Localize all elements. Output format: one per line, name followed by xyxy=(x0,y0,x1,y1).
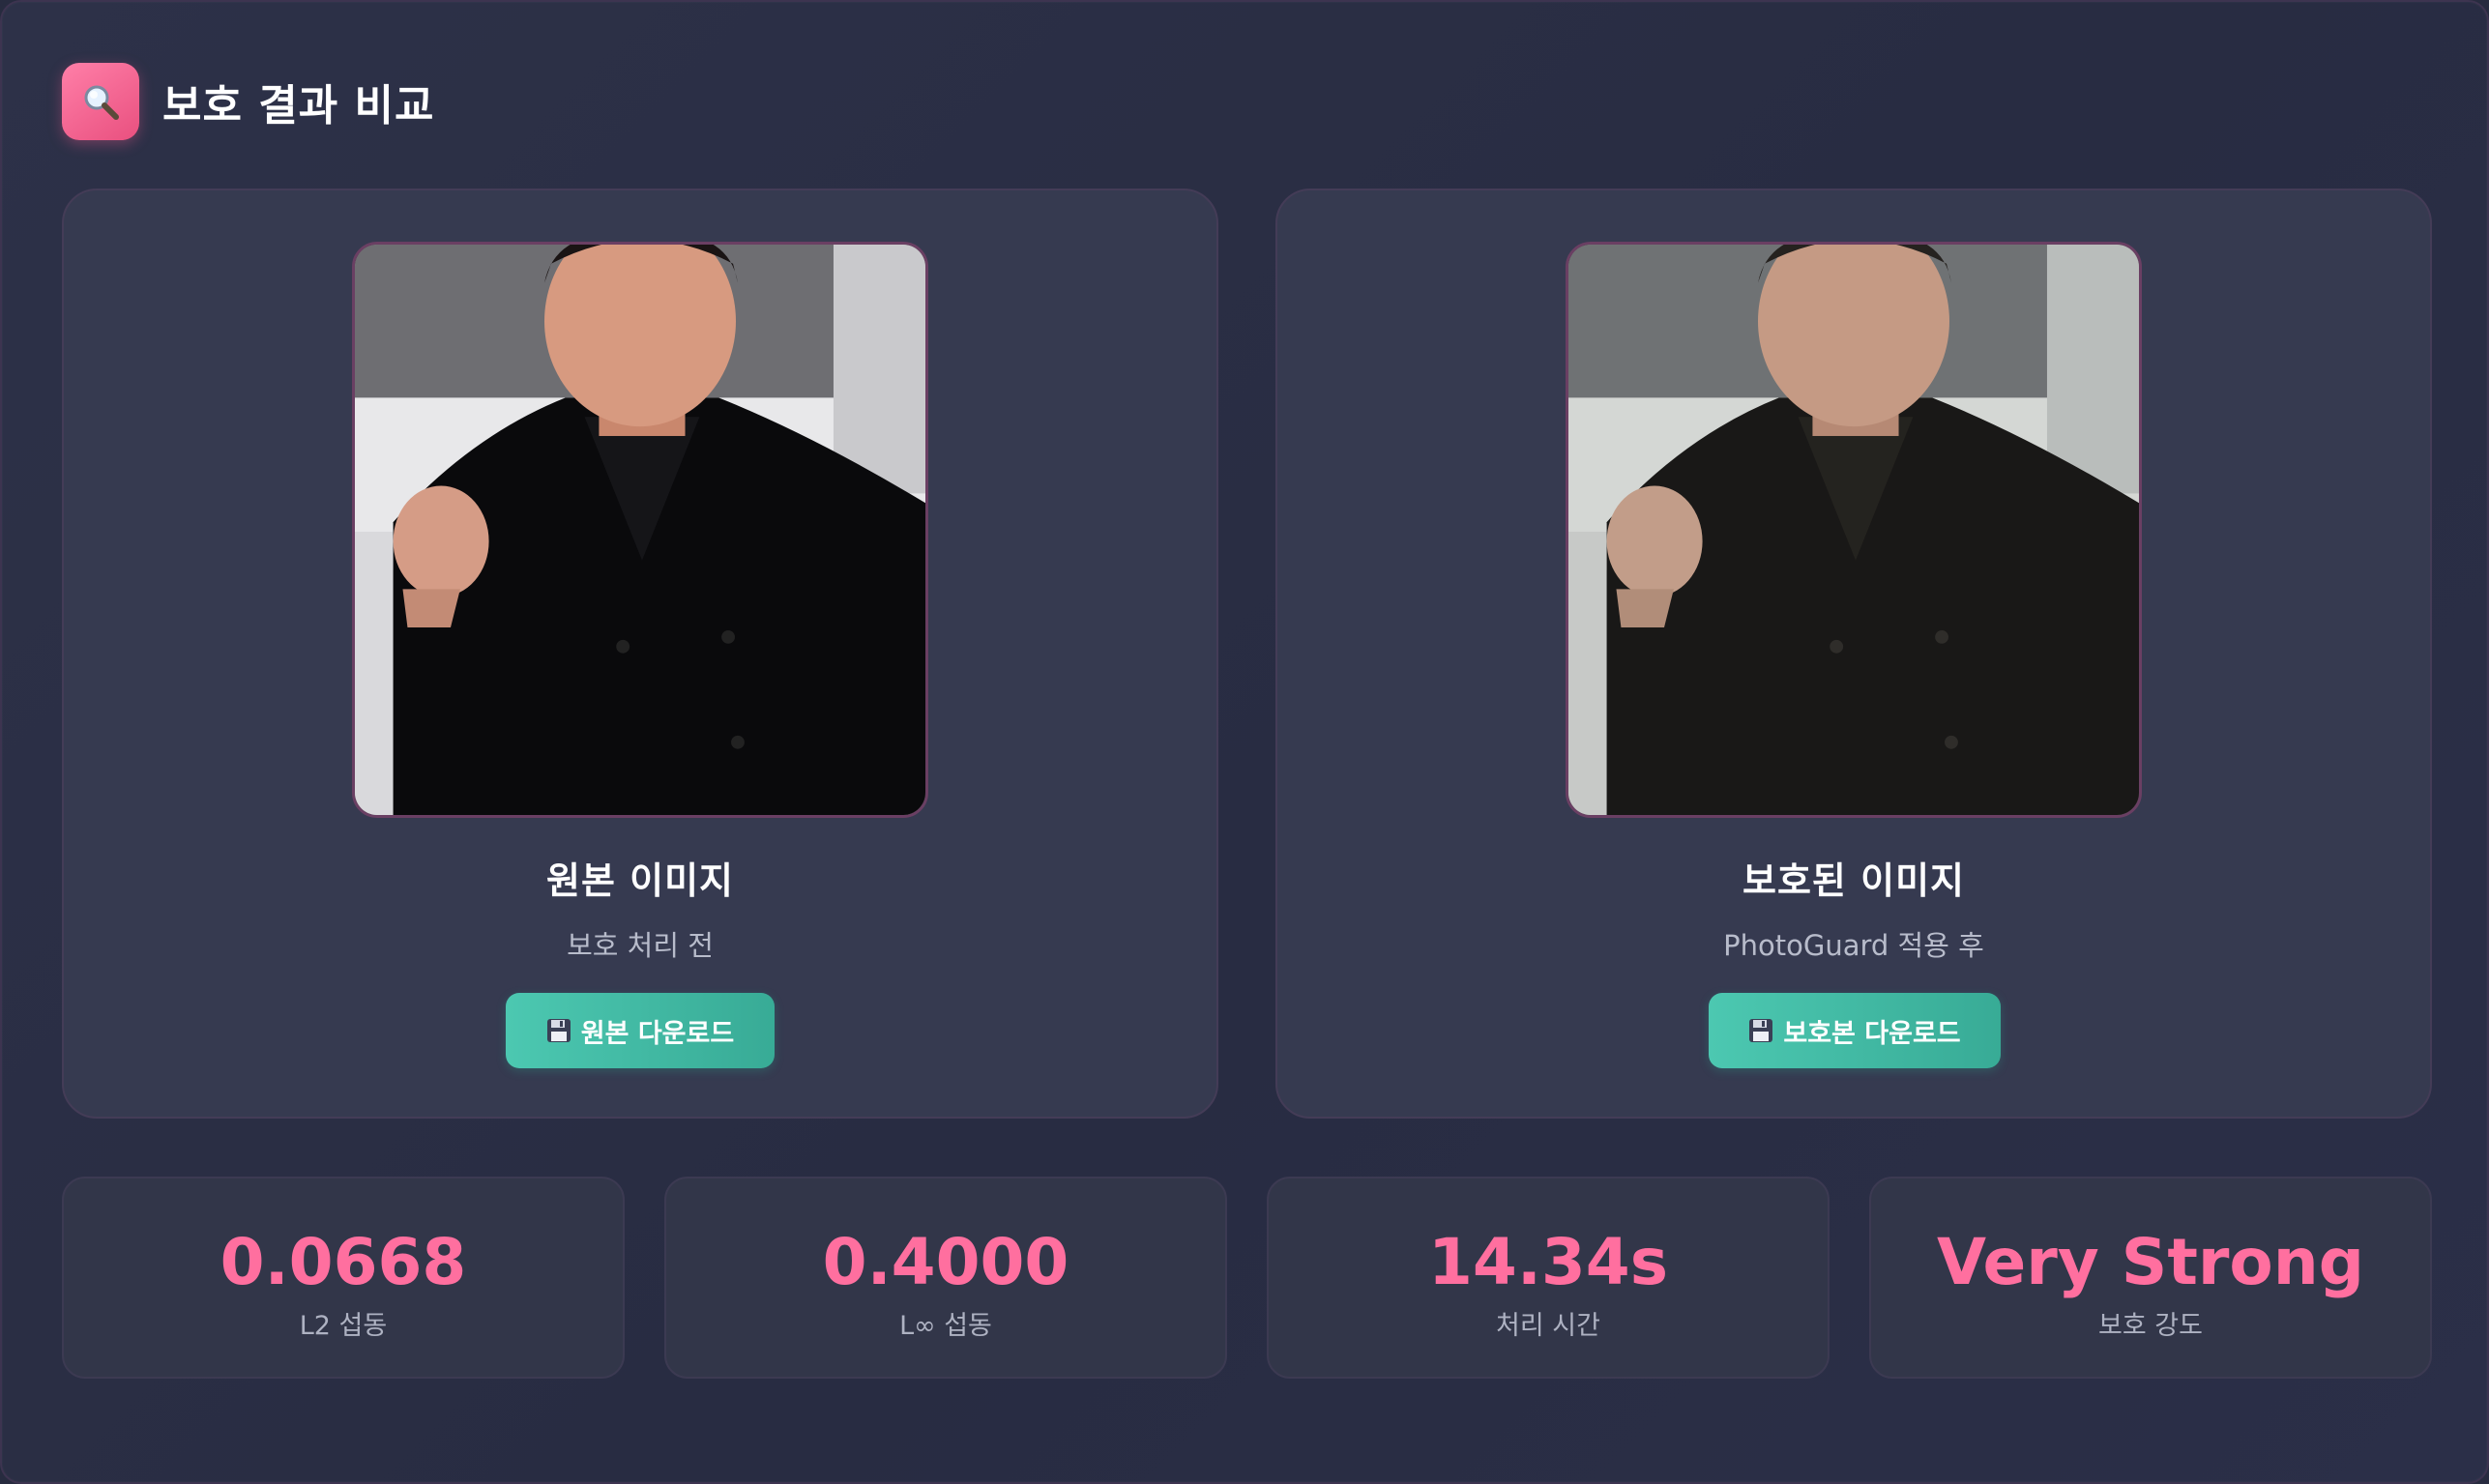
download-original-label: 원본 다운로드 xyxy=(580,1018,735,1049)
stat-label: 보호 강도 xyxy=(2098,1311,2203,1341)
search-icon xyxy=(62,63,139,140)
protected-image-card: 보호된 이미지 PhotoGuard 적용 후 보호본 다운로드 xyxy=(1275,189,2432,1119)
original-image xyxy=(352,242,928,818)
stat-label: L∞ 섭동 xyxy=(899,1311,992,1341)
download-protected-button[interactable]: 보호본 다운로드 xyxy=(1709,993,2001,1068)
stat-card-linf: 0.4000 L∞ 섭동 xyxy=(664,1177,1227,1379)
stat-card-l2: 0.0668 L2 섭동 xyxy=(62,1177,625,1379)
stat-label: L2 섭동 xyxy=(299,1311,388,1341)
stat-card-processing-time: 14.34s 처리 시간 xyxy=(1267,1177,1830,1379)
section-header: 보호 결과 비교 xyxy=(62,62,435,141)
stat-value: 0.4000 xyxy=(822,1225,1069,1299)
download-protected-label: 보호본 다운로드 xyxy=(1783,1018,1961,1049)
original-image-title: 원본 이미지 xyxy=(545,859,735,902)
stat-value: Very Strong xyxy=(1937,1225,2364,1299)
stat-card-protection-strength: Very Strong 보호 강도 xyxy=(1869,1177,2432,1379)
stat-label: 처리 시간 xyxy=(1496,1311,1600,1341)
protected-image-title: 보호된 이미지 xyxy=(1742,859,1965,902)
protected-image-subtitle: PhotoGuard 적용 후 xyxy=(1723,929,1984,962)
download-original-button[interactable]: 원본 다운로드 xyxy=(506,993,775,1068)
original-image-subtitle: 보호 처리 전 xyxy=(567,929,714,962)
comparison-panel: 보호 결과 비교 원본 이미지 보호 처리 전 원본 다운로드 보호된 이미지 … xyxy=(0,0,2489,1484)
protected-image xyxy=(1566,242,2142,818)
original-image-card: 원본 이미지 보호 처리 전 원본 다운로드 xyxy=(62,189,1218,1119)
floppy-disk-icon xyxy=(546,1018,571,1043)
stat-value: 0.0668 xyxy=(220,1225,467,1299)
floppy-disk-icon xyxy=(1748,1018,1773,1043)
page-title: 보호 결과 비교 xyxy=(162,81,435,131)
stat-value: 14.34s xyxy=(1427,1225,1669,1299)
